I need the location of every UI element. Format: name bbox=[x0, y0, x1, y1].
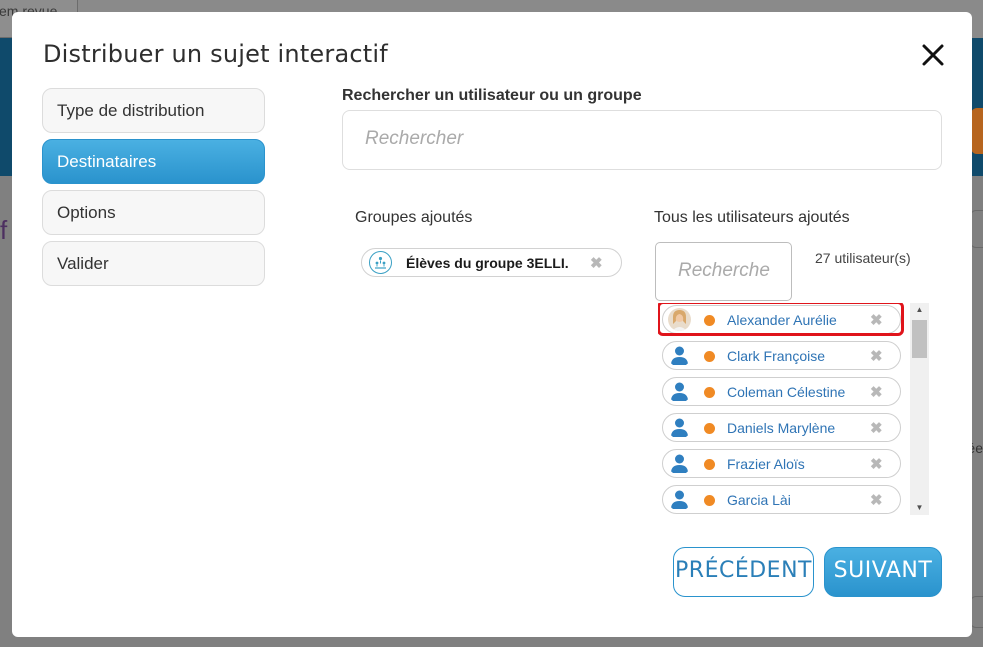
scroll-down-arrow-icon[interactable]: ▼ bbox=[910, 501, 929, 515]
status-dot bbox=[704, 423, 715, 434]
user-list: Alexander Aurélie ✖ Clark Françoise ✖ Co… bbox=[658, 303, 929, 515]
remove-user-icon[interactable]: ✖ bbox=[870, 419, 883, 437]
background-partial-text: f bbox=[0, 215, 8, 245]
remove-user-icon[interactable]: ✖ bbox=[870, 311, 883, 329]
user-name: Alexander Aurélie bbox=[727, 312, 837, 328]
status-dot bbox=[704, 459, 715, 470]
close-button[interactable] bbox=[918, 40, 948, 70]
avatar-photo bbox=[668, 308, 691, 331]
step-valider[interactable]: Valider bbox=[42, 241, 265, 286]
user-name: Coleman Célestine bbox=[727, 384, 846, 400]
group-icon bbox=[369, 251, 392, 274]
status-dot bbox=[704, 387, 715, 398]
group-name: Élèves du groupe 3ELLI. bbox=[406, 255, 569, 271]
status-dot bbox=[704, 351, 715, 362]
wizard-steps: Type de distribution Destinataires Optio… bbox=[42, 88, 265, 292]
modal-title: Distribuer un sujet interactif bbox=[43, 40, 388, 68]
user-name: Frazier Aloïs bbox=[727, 456, 805, 472]
remove-user-icon[interactable]: ✖ bbox=[870, 347, 883, 365]
step-type-distribution[interactable]: Type de distribution bbox=[42, 88, 265, 133]
search-input[interactable]: Rechercher bbox=[342, 110, 942, 170]
user-chip-garcia-lai[interactable]: Garcia Lài ✖ bbox=[662, 485, 901, 514]
previous-button[interactable]: PRÉCÉDENT bbox=[673, 547, 814, 597]
user-icon bbox=[668, 380, 691, 403]
users-added-label: Tous les utilisateurs ajoutés bbox=[654, 209, 850, 226]
user-chip-frazier-alois[interactable]: Frazier Aloïs ✖ bbox=[662, 449, 901, 478]
step-options[interactable]: Options bbox=[42, 190, 265, 235]
user-name: Daniels Marylène bbox=[727, 420, 836, 436]
user-chip-alexander-aurelie[interactable]: Alexander Aurélie ✖ bbox=[658, 303, 904, 336]
next-button[interactable]: SUIVANT bbox=[824, 547, 942, 597]
scroll-up-arrow-icon[interactable]: ▲ bbox=[910, 303, 929, 317]
user-filter-input[interactable]: Recherche bbox=[655, 242, 792, 301]
remove-user-icon[interactable]: ✖ bbox=[870, 455, 883, 473]
user-icon bbox=[668, 344, 691, 367]
user-chip-daniels-marylene[interactable]: Daniels Marylène ✖ bbox=[662, 413, 901, 442]
user-chip-clark-francoise[interactable]: Clark Françoise ✖ bbox=[662, 341, 901, 370]
step-destinataires[interactable]: Destinataires bbox=[42, 139, 265, 184]
close-icon bbox=[922, 44, 944, 66]
remove-user-icon[interactable]: ✖ bbox=[870, 491, 883, 509]
status-dot bbox=[704, 495, 715, 506]
distribute-modal: Distribuer un sujet interactif Type de d… bbox=[12, 12, 972, 637]
search-label: Rechercher un utilisateur ou un groupe bbox=[342, 87, 642, 104]
user-count: 27 utilisateur(s) bbox=[815, 250, 911, 266]
status-dot bbox=[704, 315, 715, 326]
background-orange-button bbox=[971, 108, 983, 154]
scroll-thumb[interactable] bbox=[912, 320, 927, 358]
group-chip: Élèves du groupe 3ELLI. ✖ bbox=[361, 248, 622, 277]
user-icon bbox=[668, 488, 691, 511]
user-icon bbox=[668, 416, 691, 439]
user-name: Clark Françoise bbox=[727, 348, 826, 364]
user-list-scrollbar[interactable]: ▲ ▼ bbox=[910, 303, 929, 515]
user-name: Garcia Lài bbox=[727, 492, 791, 508]
groups-added-label: Groupes ajoutés bbox=[355, 209, 473, 226]
user-chip-coleman-celestine[interactable]: Coleman Célestine ✖ bbox=[662, 377, 901, 406]
remove-user-icon[interactable]: ✖ bbox=[870, 383, 883, 401]
remove-group-icon[interactable]: ✖ bbox=[590, 254, 603, 272]
user-icon bbox=[668, 452, 691, 475]
